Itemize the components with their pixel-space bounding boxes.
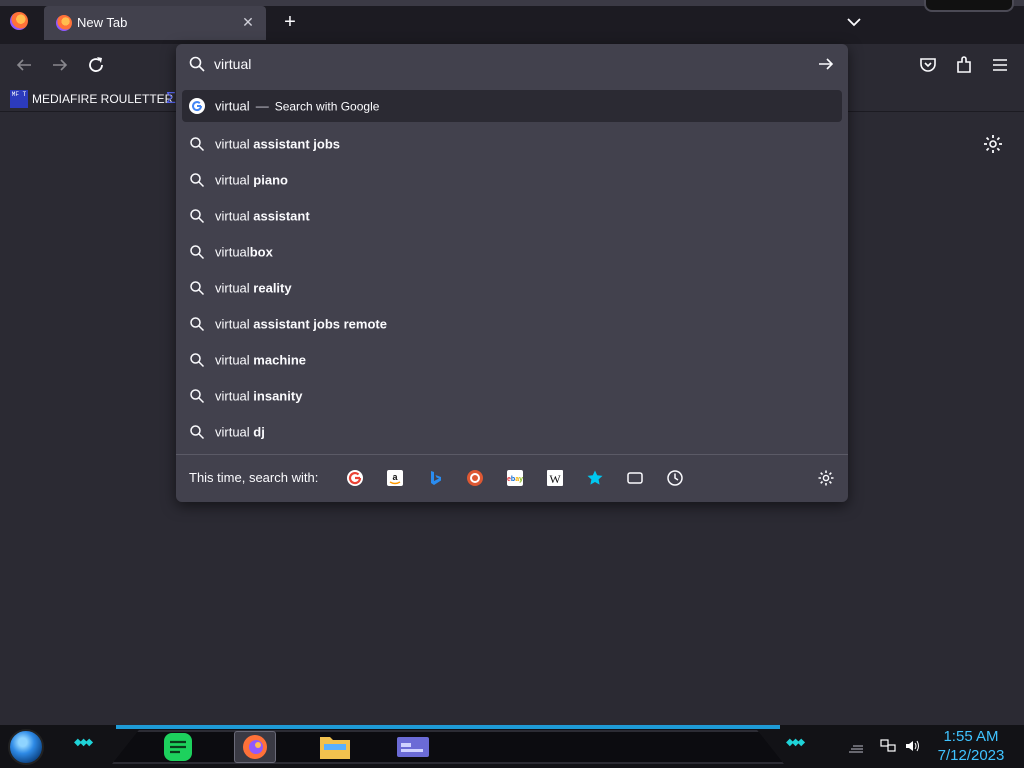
one-off-label: This time, search with: <box>189 470 319 485</box>
folder-icon <box>320 737 350 759</box>
pocket-icon[interactable] <box>917 54 939 76</box>
bookmark-mediafire-rouletter[interactable]: MF T MEDIAFIRE ROULETTER <box>10 88 173 110</box>
volume-icon[interactable] <box>904 739 920 753</box>
tabs-icon[interactable] <box>626 469 644 487</box>
app-window-icon <box>397 737 429 757</box>
taskbar-app-window[interactable] <box>392 731 434 763</box>
close-tab-icon[interactable]: ✕ <box>238 12 258 32</box>
urlbar-input-row <box>176 44 848 84</box>
chevron-down-icon[interactable] <box>842 12 866 32</box>
new-tab-settings-gear-icon[interactable] <box>982 133 1004 155</box>
suggestion-text: virtualbox <box>215 244 273 260</box>
green-notes-icon <box>164 733 192 761</box>
bookmark-label: MEDIAFIRE ROULETTER <box>32 92 174 106</box>
search-icon <box>189 56 205 72</box>
suggestion-text: virtual insanity <box>215 388 303 404</box>
search-suggestion[interactable]: virtual assistant <box>182 198 842 234</box>
tab-strip: New Tab ✕ + <box>0 0 1024 44</box>
tray-stairs-icon[interactable] <box>848 739 864 753</box>
search-suggestion[interactable]: virtual dj <box>182 414 842 450</box>
google-icon <box>189 98 205 114</box>
suggestion-text: virtual assistant jobs remote <box>215 316 387 332</box>
suggestion-text: virtual assistant jobs <box>215 136 340 152</box>
search-suggestion[interactable]: virtual assistant jobs remote <box>182 306 842 342</box>
search-icon <box>190 209 205 224</box>
mediafire-bookmark-icon: MF T <box>10 90 28 108</box>
svg-text:ebay: ebay <box>507 476 523 483</box>
suggestion-text: virtual assistant <box>215 208 310 224</box>
taskbar-app-firefox[interactable] <box>234 731 276 763</box>
firefox-taskbar-icon <box>243 735 267 759</box>
result-text: virtual — Search with Google <box>215 98 380 114</box>
system-clock[interactable]: 1:55 AM 7/12/2023 <box>930 727 1012 765</box>
clock-time: 1:55 AM <box>943 728 999 745</box>
search-icon <box>190 173 205 188</box>
network-icon[interactable] <box>880 739 896 753</box>
bookmarks-star-icon[interactable] <box>586 469 604 487</box>
search-icon <box>190 353 205 368</box>
suggestion-text: virtual reality <box>215 280 292 296</box>
wikipedia-icon[interactable]: W <box>546 469 564 487</box>
start-button[interactable] <box>8 729 44 765</box>
search-icon <box>190 245 205 260</box>
tab-new-tab[interactable]: New Tab ✕ <box>44 6 266 40</box>
result-search-with-google[interactable]: virtual — Search with Google <box>182 90 842 122</box>
search-suggestion[interactable]: virtualbox <box>182 234 842 270</box>
search-suggestion[interactable]: virtual assistant jobs <box>182 126 842 162</box>
clock-date: 7/12/2023 <box>937 747 1005 764</box>
urlbar-panel: virtual—Search with Google virtual assis… <box>176 44 848 502</box>
taskbar-accent-strip <box>116 725 780 729</box>
window-decoration <box>924 0 1014 12</box>
go-arrow-icon[interactable] <box>816 54 836 74</box>
google-icon[interactable] <box>346 469 364 487</box>
duckduckgo-icon[interactable] <box>466 469 484 487</box>
suggestion-text: virtual piano <box>215 172 288 188</box>
history-icon[interactable] <box>666 469 684 487</box>
urlbar-input[interactable] <box>214 54 794 74</box>
ebay-icon[interactable]: ebay <box>506 469 524 487</box>
search-suggestion[interactable]: virtual machine <box>182 342 842 378</box>
firefox-app-icon[interactable] <box>10 12 28 30</box>
taskbar-app-notes[interactable] <box>158 731 200 763</box>
bing-icon[interactable] <box>426 469 444 487</box>
search-icon <box>190 317 205 332</box>
search-icon <box>190 137 205 152</box>
back-arrow-icon[interactable] <box>13 54 35 76</box>
search-icon <box>190 389 205 404</box>
taskbar: ◆◆◆ ◆◆◆ 1:55 AM 7/12/2023 <box>0 725 1024 768</box>
extensions-puzzle-icon[interactable] <box>953 54 975 76</box>
reload-icon[interactable] <box>85 54 107 76</box>
search-suggestion[interactable]: virtual insanity <box>182 378 842 414</box>
taskbar-frame <box>112 730 784 764</box>
forward-arrow-icon[interactable] <box>49 54 71 76</box>
tab-title: New Tab <box>77 15 128 30</box>
suggestion-text: virtual machine <box>215 352 307 368</box>
hamburger-menu-icon[interactable] <box>989 54 1011 76</box>
search-suggestion[interactable]: virtual piano <box>182 162 842 198</box>
svg-text:W: W <box>549 472 561 486</box>
amazon-icon[interactable]: a <box>386 469 404 487</box>
search-suggestion[interactable]: virtual reality <box>182 270 842 306</box>
one-off-search-bar: This time, search with: a ebay W <box>176 454 848 502</box>
search-settings-gear-icon[interactable] <box>817 469 835 487</box>
search-icon <box>190 425 205 440</box>
taskbar-app-file-explorer[interactable] <box>314 731 356 763</box>
taskbar-chevron-decoration-left: ◆◆◆ <box>74 737 93 748</box>
search-icon <box>190 281 205 296</box>
urlbar-results: virtual — Search with Google virtual assis… <box>182 90 842 450</box>
new-tab-button[interactable]: + <box>278 10 302 34</box>
suggestion-text: virtual dj <box>215 424 265 440</box>
firefox-favicon-icon <box>56 15 72 31</box>
taskbar-chevron-decoration-right: ◆◆◆ <box>786 737 805 748</box>
